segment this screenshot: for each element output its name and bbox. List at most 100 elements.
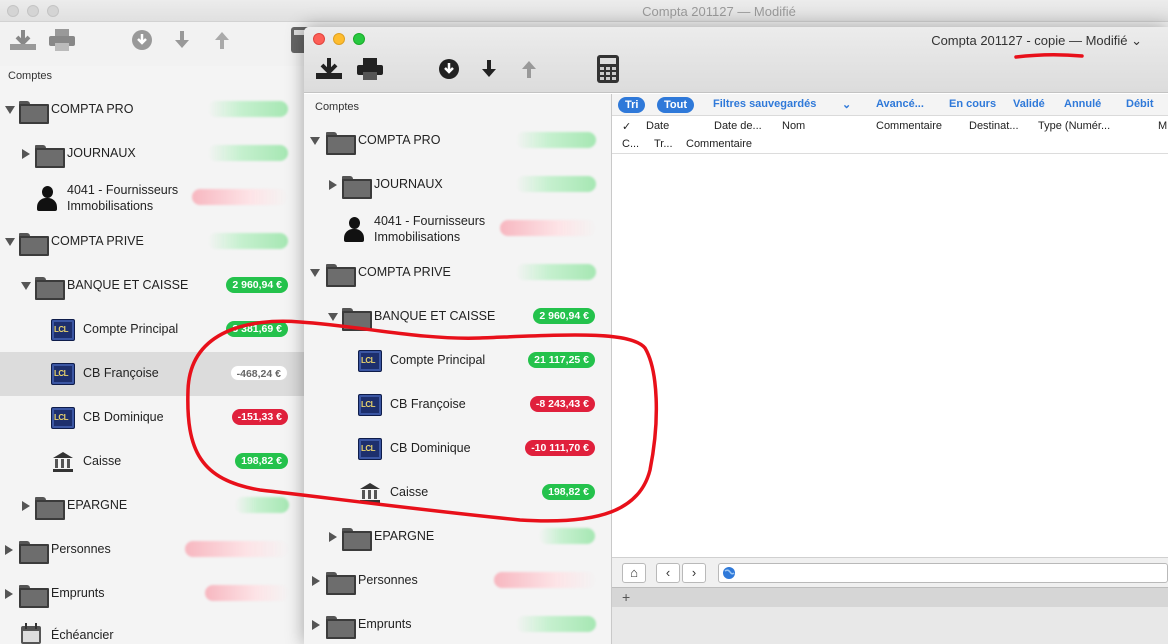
front-row-personnes[interactable]: Personnes bbox=[304, 559, 611, 603]
in-progress-filter[interactable]: En cours bbox=[949, 98, 996, 110]
col-tr[interactable]: Tr... bbox=[654, 138, 673, 150]
browser-nav-bar: ⌂ ‹ › bbox=[612, 557, 1168, 587]
disclosure-triangle-icon[interactable] bbox=[22, 501, 30, 511]
front-row-cb-francoise[interactable]: CB Françoise -8 243,43 € bbox=[304, 383, 611, 427]
back-row-personnes[interactable]: Personnes bbox=[0, 528, 304, 572]
disclosure-triangle-icon[interactable] bbox=[310, 269, 320, 277]
validated-filter[interactable]: Validé bbox=[1013, 98, 1045, 110]
balance-badge: -468,24 € bbox=[229, 365, 288, 381]
add-icon[interactable]: + bbox=[622, 589, 630, 605]
back-row-compte-principal[interactable]: Compte Principal 3 381,69 € bbox=[0, 308, 304, 352]
back-row-fournisseurs[interactable]: 4041 - Fournisseurs Immobilisations bbox=[0, 176, 304, 220]
disclosure-triangle-icon[interactable] bbox=[5, 106, 15, 114]
disclosure-triangle-icon[interactable] bbox=[21, 282, 31, 290]
col-commentaire[interactable]: Commentaire bbox=[876, 120, 942, 132]
back-row-compta-prive[interactable]: COMPTA PRIVE bbox=[0, 220, 304, 264]
col-date-de[interactable]: Date de... bbox=[714, 120, 762, 132]
front-row-compta-prive[interactable]: COMPTA PRIVE bbox=[304, 251, 611, 295]
blurred-balance bbox=[494, 572, 596, 588]
forward-arrow-icon[interactable]: › bbox=[682, 563, 706, 583]
blurred-balance bbox=[500, 220, 596, 236]
cancelled-filter[interactable]: Annulé bbox=[1064, 98, 1101, 110]
back-row-epargne[interactable]: EPARGNE bbox=[0, 484, 304, 528]
lcl-bank-icon bbox=[358, 438, 382, 460]
download-circle-icon[interactable] bbox=[130, 28, 154, 52]
balance-badge: -151,33 € bbox=[231, 409, 288, 425]
disclosure-triangle-icon[interactable] bbox=[22, 149, 30, 159]
back-row-journaux[interactable]: JOURNAUX bbox=[0, 132, 304, 176]
arrow-up-icon[interactable] bbox=[213, 30, 231, 50]
lcl-bank-icon bbox=[358, 350, 382, 372]
print-icon[interactable] bbox=[356, 57, 384, 81]
row-label: COMPTA PRIVE bbox=[358, 265, 451, 279]
col-nom[interactable]: Nom bbox=[782, 120, 805, 132]
disclosure-triangle-icon[interactable] bbox=[329, 532, 337, 542]
zoom-button[interactable] bbox=[353, 33, 365, 45]
front-row-caisse[interactable]: Caisse 198,82 € bbox=[304, 471, 611, 515]
row-label: Emprunts bbox=[51, 586, 105, 600]
back-row-emprunts[interactable]: Emprunts bbox=[0, 572, 304, 616]
arrow-down-icon[interactable] bbox=[480, 59, 498, 79]
front-row-cb-dominique[interactable]: CB Dominique -10 111,70 € bbox=[304, 427, 611, 471]
calculator-icon[interactable] bbox=[596, 54, 620, 84]
close-button[interactable] bbox=[313, 33, 325, 45]
all-filter-button[interactable]: Tout bbox=[657, 97, 695, 113]
col-destinataire[interactable]: Destinat... bbox=[969, 120, 1019, 132]
transactions-list[interactable] bbox=[612, 154, 1168, 557]
col-type[interactable]: Type (Numér... bbox=[1038, 120, 1110, 132]
sort-button[interactable]: Tri bbox=[618, 97, 646, 113]
front-row-epargne[interactable]: EPARGNE bbox=[304, 515, 611, 559]
bottom-toolbar: + bbox=[612, 587, 1168, 607]
col-montant[interactable]: M bbox=[1158, 120, 1167, 132]
folder-icon bbox=[19, 585, 49, 608]
saved-filters-menu[interactable]: Filtres sauvegardés bbox=[713, 98, 816, 110]
back-row-cb-dominique[interactable]: CB Dominique -151,33 € bbox=[0, 396, 304, 440]
col-date[interactable]: Date bbox=[646, 120, 669, 132]
col-check[interactable]: ✓ bbox=[622, 120, 631, 133]
blurred-balance bbox=[192, 189, 288, 205]
disclosure-triangle-icon[interactable] bbox=[312, 620, 320, 630]
disclosure-triangle-icon[interactable] bbox=[310, 137, 320, 145]
disclosure-triangle-icon[interactable] bbox=[328, 313, 338, 321]
disclosure-triangle-icon[interactable] bbox=[5, 589, 13, 599]
front-row-fournisseurs[interactable]: 4041 - Fournisseurs Immobilisations bbox=[304, 207, 611, 251]
row-label: Compte Principal bbox=[390, 353, 486, 367]
front-row-banque-caisse[interactable]: BANQUE ET CAISSE 2 960,94 € bbox=[304, 295, 611, 339]
back-row-banque-caisse[interactable]: BANQUE ET CAISSE 2 960,94 € bbox=[0, 264, 304, 308]
front-row-emprunts[interactable]: Emprunts bbox=[304, 603, 611, 644]
debit-filter[interactable]: Débit bbox=[1126, 98, 1154, 110]
back-row-compta-pro[interactable]: COMPTA PRO bbox=[0, 88, 304, 132]
download-circle-icon[interactable] bbox=[437, 57, 461, 81]
blurred-balance bbox=[539, 528, 595, 544]
filter-bar: Tri Tout Filtres sauvegardés ⌄ Avancé...… bbox=[612, 94, 1168, 116]
import-icon[interactable] bbox=[314, 57, 344, 81]
back-row-caisse[interactable]: Caisse 198,82 € bbox=[0, 440, 304, 484]
disclosure-triangle-icon[interactable] bbox=[329, 180, 337, 190]
front-row-compta-pro[interactable]: COMPTA PRO bbox=[304, 119, 611, 163]
row-label: BANQUE ET CAISSE bbox=[374, 309, 496, 323]
front-row-journaux[interactable]: JOURNAUX bbox=[304, 163, 611, 207]
disclosure-triangle-icon[interactable] bbox=[312, 576, 320, 586]
col-c[interactable]: C... bbox=[622, 138, 639, 150]
home-icon[interactable]: ⌂ bbox=[622, 563, 646, 583]
row-label: CB Françoise bbox=[83, 366, 159, 380]
back-arrow-icon[interactable]: ‹ bbox=[656, 563, 680, 583]
disclosure-triangle-icon[interactable] bbox=[5, 545, 13, 555]
arrow-up-icon[interactable] bbox=[520, 59, 538, 79]
back-section-header: Comptes bbox=[8, 70, 53, 82]
print-icon[interactable] bbox=[48, 28, 76, 52]
minimize-button[interactable] bbox=[333, 33, 345, 45]
col-commentaire-2[interactable]: Commentaire bbox=[686, 138, 752, 150]
front-row-compte-principal[interactable]: Compte Principal 21 117,25 € bbox=[304, 339, 611, 383]
advanced-filter-button[interactable]: Avancé... bbox=[876, 98, 924, 110]
folder-icon bbox=[19, 233, 49, 256]
back-row-echeancier[interactable]: Échéancier bbox=[0, 614, 304, 644]
disclosure-triangle-icon[interactable] bbox=[5, 238, 15, 246]
front-window-title[interactable]: Compta 201127 - copie — Modifié ⌄ bbox=[931, 33, 1142, 49]
url-field[interactable] bbox=[718, 563, 1168, 583]
import-icon[interactable] bbox=[8, 28, 38, 52]
arrow-down-icon[interactable] bbox=[173, 30, 191, 50]
blurred-balance bbox=[235, 497, 289, 513]
back-row-cb-francoise[interactable]: CB Françoise -468,24 € bbox=[0, 352, 304, 396]
chevron-down-icon[interactable]: ⌄ bbox=[842, 98, 851, 111]
